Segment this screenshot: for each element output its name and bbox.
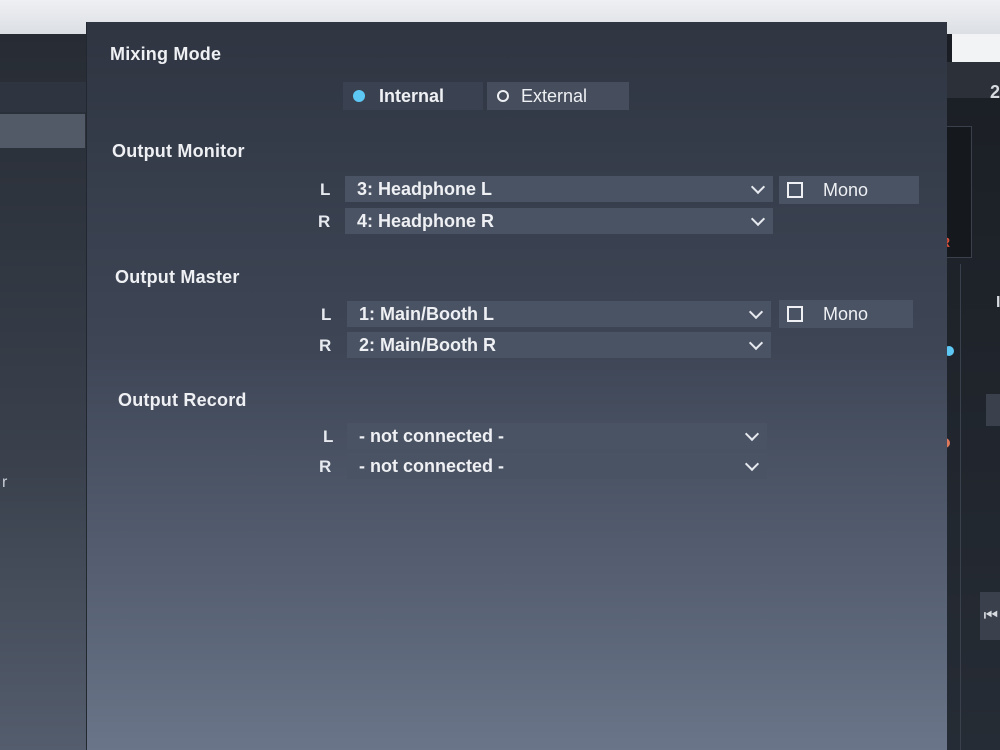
master-right-channel-label: R: [319, 336, 332, 355]
audio-routing-preferences: Mixing Mode Internal External Output Mon…: [86, 22, 947, 750]
right-divider: [960, 264, 961, 750]
master-left-channel-label: L: [321, 305, 332, 324]
record-left-channel-label: L: [323, 427, 334, 446]
skip-back-button[interactable]: ⏮: [980, 592, 1000, 640]
left-partial-text: r: [2, 474, 8, 491]
monitor-right-channel-label: R: [318, 212, 331, 231]
radio-internal[interactable]: Internal: [343, 82, 483, 110]
right-square-button[interactable]: [986, 394, 1000, 426]
record-right-channel-label: R: [319, 457, 332, 476]
chevron-down-icon: [748, 335, 764, 350]
left-background-panel: r: [0, 34, 100, 750]
monitor-mono-checkbox[interactable]: Mono: [779, 176, 919, 204]
monitor-mono-label: Mono: [823, 179, 869, 200]
master-right-value: 2: Main/Booth R: [359, 334, 496, 355]
radio-unselected-icon: [497, 90, 509, 102]
monitor-left-value: 3: Headphone L: [357, 178, 493, 199]
monitor-right-dropdown[interactable]: 4: Headphone R: [345, 208, 773, 234]
chevron-down-icon: [744, 456, 760, 471]
screen: r 2 R I ⏮ Mixing Mode Internal External: [0, 0, 1000, 750]
right-header-number: 2: [990, 82, 1000, 102]
record-left-dropdown[interactable]: - not connected -: [347, 423, 767, 449]
master-right-dropdown[interactable]: 2: Main/Booth R: [347, 332, 771, 358]
radio-external[interactable]: External: [487, 82, 629, 110]
monitor-left-channel-label: L: [320, 180, 331, 199]
radio-selected-icon: [353, 90, 365, 102]
master-mono-checkbox[interactable]: Mono: [779, 300, 913, 328]
right-side-label: I: [996, 294, 1000, 311]
record-right-value: - not connected -: [359, 455, 504, 476]
chevron-down-icon: [744, 426, 760, 441]
left-tab-bar: [0, 82, 100, 112]
skip-back-icon: ⏮: [983, 607, 998, 624]
master-left-value: 1: Main/Booth L: [359, 303, 494, 324]
monitor-right-value: 4: Headphone R: [357, 210, 495, 231]
right-top-box: [952, 34, 1000, 62]
mixing-mode-title: Mixing Mode: [110, 44, 222, 64]
checkbox-icon: [787, 306, 803, 322]
monitor-left-dropdown[interactable]: 3: Headphone L: [345, 176, 773, 202]
output-master-title: Output Master: [115, 267, 240, 287]
master-left-dropdown[interactable]: 1: Main/Booth L: [347, 301, 771, 327]
master-mono-label: Mono: [823, 303, 869, 324]
output-record-title: Output Record: [118, 390, 247, 410]
record-right-dropdown[interactable]: - not connected -: [347, 453, 767, 479]
chevron-down-icon: [750, 179, 766, 194]
checkbox-icon: [787, 182, 803, 198]
right-background-panel: 2 R I ⏮: [930, 34, 1000, 750]
mixing-mode-radio-group: Internal External: [343, 82, 629, 110]
chevron-down-icon: [748, 304, 764, 319]
radio-external-label: External: [521, 85, 588, 106]
output-monitor-title: Output Monitor: [112, 141, 245, 161]
record-left-value: - not connected -: [359, 425, 504, 446]
radio-internal-label: Internal: [379, 85, 445, 106]
left-active-item[interactable]: [0, 114, 85, 148]
chevron-down-icon: [750, 211, 766, 226]
